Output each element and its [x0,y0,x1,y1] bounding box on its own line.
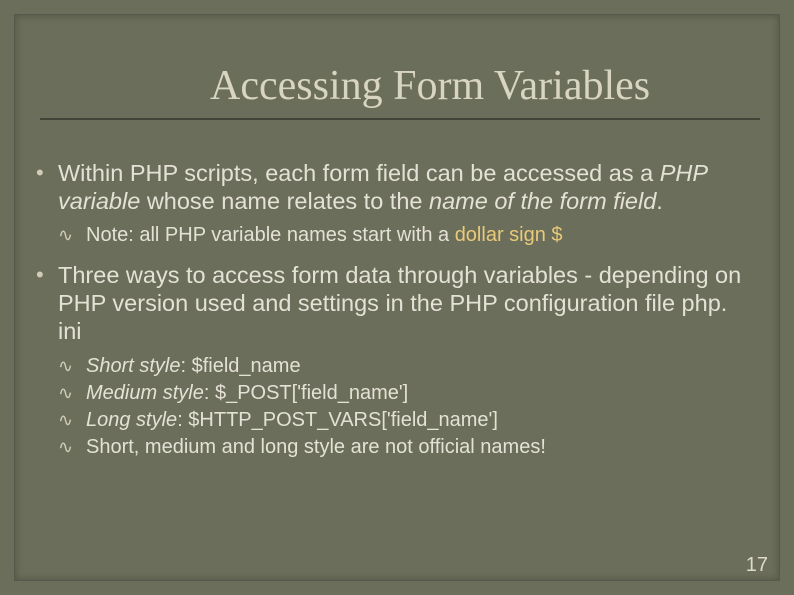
style-short: Short style: $field_name [58,354,754,379]
style-long: Long style: $HTTP_POST_VARS['field_name'… [58,408,754,433]
main-list: Within PHP scripts, each form field can … [32,160,754,460]
note-highlight: dollar sign $ [455,224,563,246]
note-line: Note: all PHP variable names start with … [58,223,754,248]
bullet-1-pre: Within PHP scripts, each form field can … [58,160,660,186]
note-lead: Note: all PHP variable names start with … [86,224,455,246]
slide-content: Within PHP scripts, each form field can … [32,160,754,474]
bullet-1: Within PHP scripts, each form field can … [32,160,754,248]
style-medium: Medium style: $_POST['field_name'] [58,381,754,406]
bullet-1-sub: Note: all PHP variable names start with … [58,223,754,248]
bullet-1-post: . [656,188,663,214]
style-short-mid: style [134,355,181,377]
bullet-2-sub: Short style: $field_name Medium style: $… [58,354,754,460]
style-long-code: : $HTTP_POST_VARS['field_name'] [177,409,498,431]
style-short-label: Short [86,355,134,377]
style-long-label: Long [86,409,131,431]
style-medium-code: : $_POST['field_name'] [204,382,408,404]
style-long-mid: style [131,409,178,431]
bullet-2-text: Three ways to access form data through v… [58,262,741,343]
bullet-1-mid: whose name relates to the [140,188,429,214]
bullet-1-em2: name of the form field [429,188,656,214]
bullet-2: Three ways to access form data through v… [32,262,754,459]
style-medium-mid: style [157,382,204,404]
style-medium-label: Medium [86,382,157,404]
style-note-text: Short, medium and long style are not off… [86,436,546,458]
style-short-code: : $field_name [181,355,301,377]
style-note: Short, medium and long style are not off… [58,435,754,460]
page-number: 17 [746,554,768,577]
title-underline [40,118,760,120]
title-block: Accessing Form Variables [210,62,754,120]
slide-title: Accessing Form Variables [210,62,754,112]
